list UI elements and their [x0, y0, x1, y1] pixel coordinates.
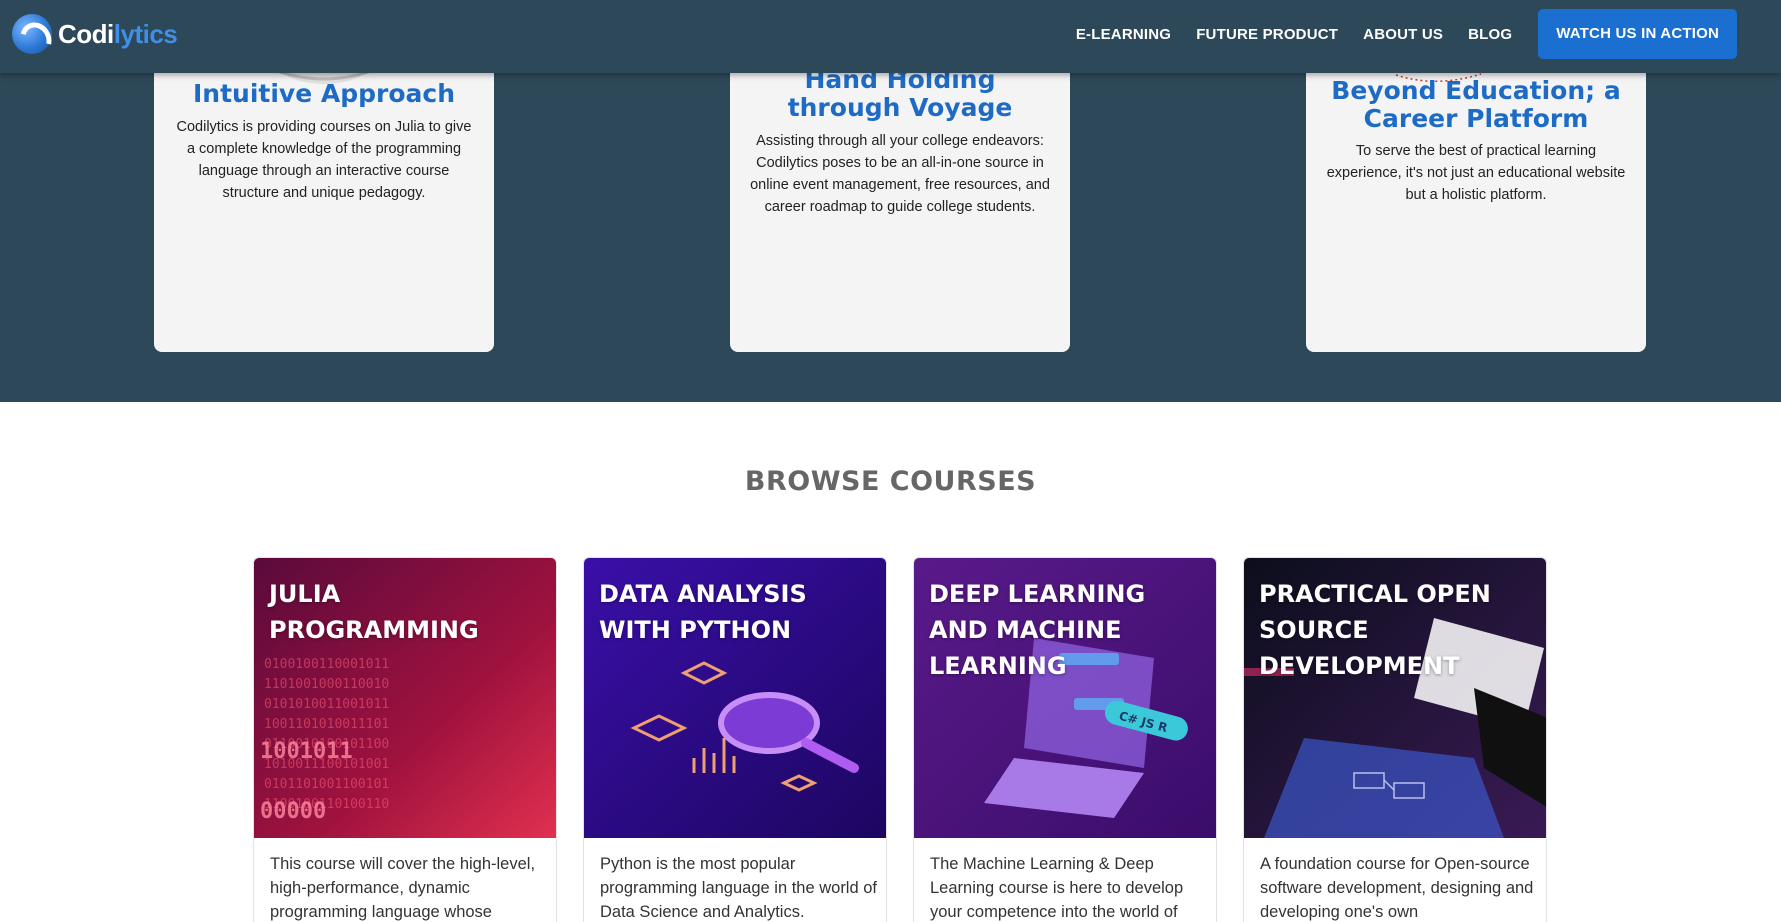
- browse-courses-heading: BROWSE COURSES: [744, 466, 1037, 497]
- svg-text:1001011: 1001011: [260, 739, 353, 764]
- feature-title: Beyond Education; a Career Platform: [1331, 76, 1621, 133]
- svg-text:0100100110001011: 0100100110001011: [264, 657, 389, 672]
- logo-text-part2: lytics: [113, 18, 178, 49]
- nav-link-about-us[interactable]: ABOUT US: [1363, 26, 1443, 43]
- course-description: Python is the most popular programming l…: [600, 855, 877, 921]
- course-description: This course will cover the high-level, h…: [270, 855, 536, 921]
- logo[interactable]: Codilytics: [12, 14, 178, 54]
- course-card-open-source[interactable]: PRACTICAL OPEN SOURCE DEVELOPMENT A foun…: [1243, 557, 1547, 922]
- course-title: PRACTICAL OPEN SOURCE DEVELOPMENT: [1259, 580, 1491, 680]
- feature-title: Hand Holding through Voyage: [787, 65, 1013, 122]
- svg-text:1101001000110010: 1101001000110010: [264, 677, 389, 692]
- watch-us-in-action-button[interactable]: WATCH US IN ACTION: [1538, 9, 1737, 59]
- course-title: DEEP LEARNING AND MACHINE LEARNING: [929, 580, 1146, 680]
- course-title: DATA ANALYSIS WITH PYTHON: [599, 580, 807, 644]
- course-card-data-analysis-python[interactable]: DATA ANALYSIS WITH PYTHON Python is the …: [583, 557, 887, 922]
- feature-description: To serve the best of practical learning …: [1326, 143, 1626, 203]
- course-card-julia[interactable]: 0100100110001011 1101001000110010 010101…: [253, 557, 557, 922]
- svg-text:00000: 00000: [260, 799, 326, 824]
- course-title: JULIA PROGRAMMING: [269, 580, 479, 644]
- feature-description: Assisting through all your college endea…: [750, 133, 1050, 215]
- feature-description: Codilytics is providing courses on Julia…: [176, 119, 472, 201]
- feature-title: Intuitive Approach: [192, 79, 456, 108]
- course-description: A foundation course for Open-source soft…: [1260, 855, 1534, 921]
- logo-icon: [12, 14, 52, 54]
- logo-text: Codilytics: [58, 18, 178, 50]
- nav-link-future-product[interactable]: FUTURE PRODUCT: [1196, 26, 1338, 43]
- logo-text-part1: Codi: [58, 18, 114, 49]
- nav-link-blog[interactable]: BLOG: [1468, 26, 1512, 43]
- svg-text:0101010011001011: 0101010011001011: [264, 697, 389, 712]
- course-description: The Machine Learning & Deep Learning cou…: [930, 855, 1184, 921]
- course-card-deep-learning[interactable]: C# JS R DEEP LEARNING AND MACHINE LEARNI…: [913, 557, 1217, 922]
- svg-text:1001101010011101: 1001101010011101: [264, 717, 389, 732]
- nav-link-e-learning[interactable]: E-LEARNING: [1076, 26, 1171, 43]
- svg-text:0101101001100101: 0101101001100101: [264, 777, 389, 792]
- navbar: Codilytics E-LEARNING FUTURE PRODUCT ABO…: [0, 0, 1781, 73]
- nav-links: E-LEARNING FUTURE PRODUCT ABOUT US BLOG …: [1076, 9, 1737, 59]
